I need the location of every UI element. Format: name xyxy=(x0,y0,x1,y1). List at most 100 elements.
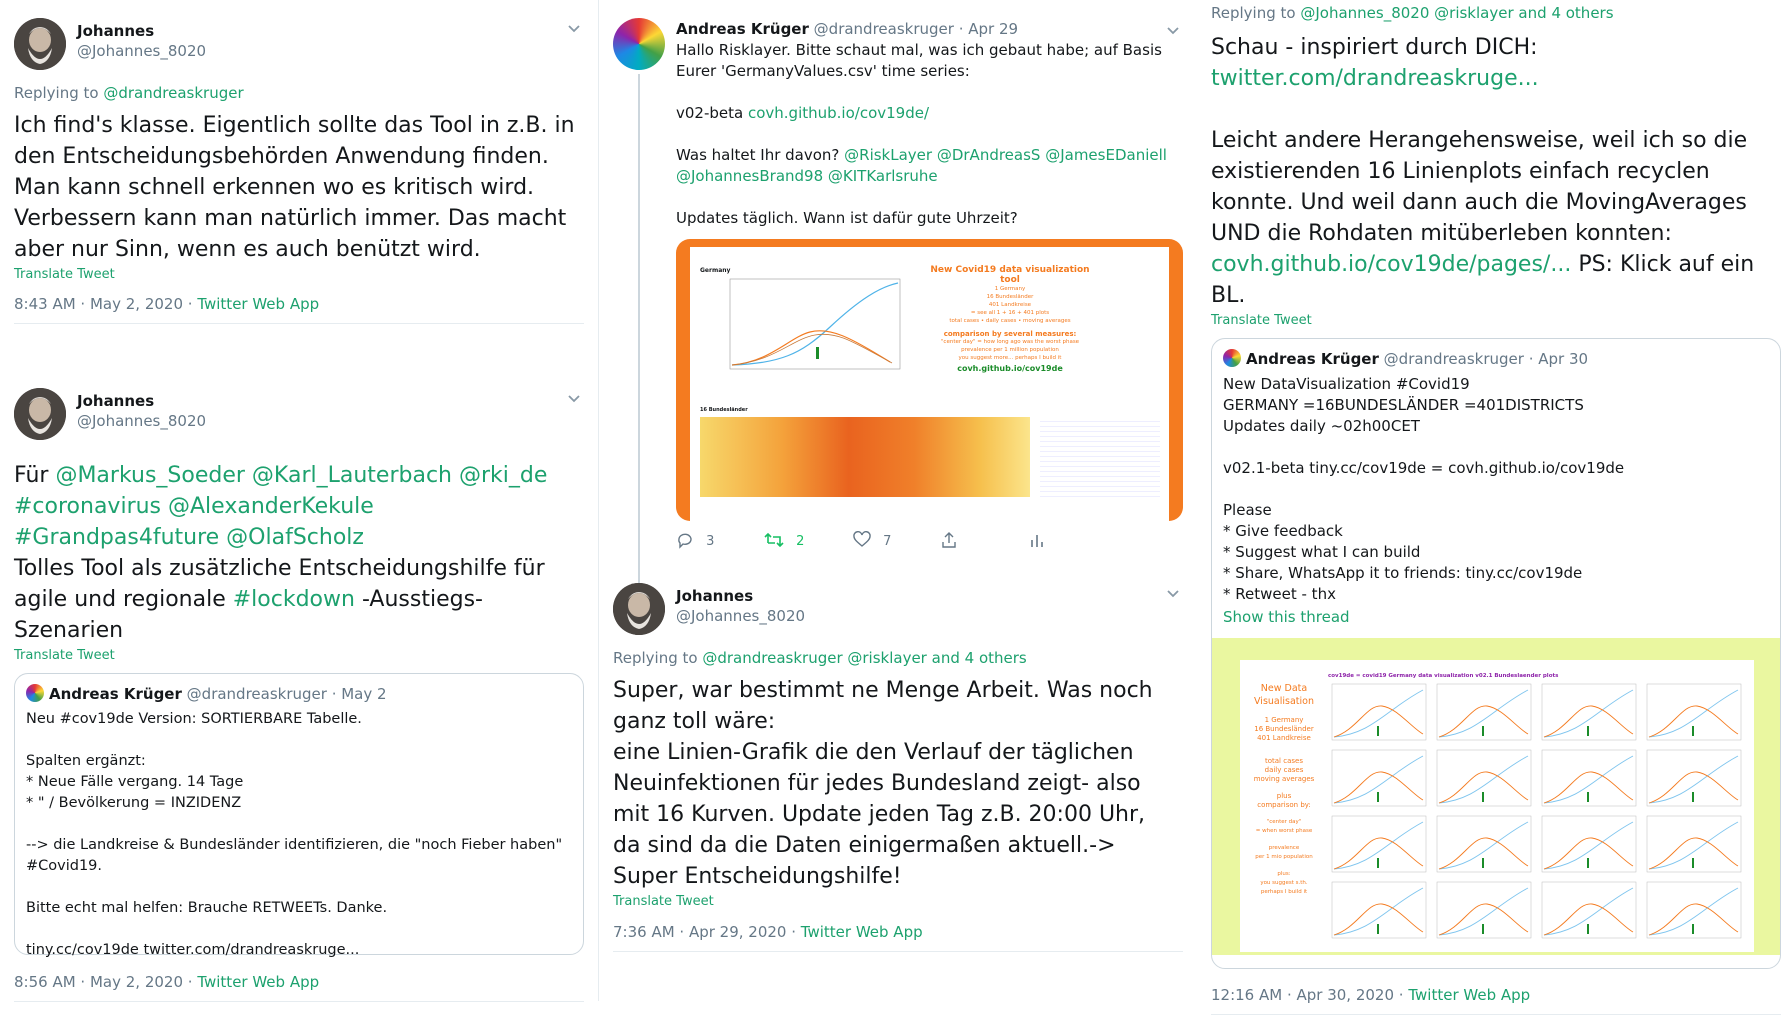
share-button[interactable] xyxy=(940,531,958,549)
quoted-tweet[interactable]: Andreas Krüger @drandreaskruger · May 2 … xyxy=(14,673,584,958)
reply-button[interactable]: 3 xyxy=(676,531,714,549)
tweet[interactable]: Johannes @Johannes_8020 Replying to @dra… xyxy=(14,18,584,324)
tweet-meta: 8:43 AM · May 2, 2020 · Twitter Web App xyxy=(14,295,320,313)
tweet-time[interactable]: 12:16 AM · Apr 30, 2020 xyxy=(1211,986,1394,1004)
media-line: comparison by several measures: xyxy=(943,330,1077,338)
media-line: plus: xyxy=(1277,871,1291,877)
author-name[interactable]: Johannes xyxy=(77,22,206,40)
mini-plot-center-day-marker xyxy=(1482,858,1484,868)
media-line: 401 Landkreise xyxy=(988,302,1032,308)
author-handle[interactable]: @drandreaskruger · Apr 29 xyxy=(814,20,1018,38)
media-line-chart xyxy=(729,278,901,370)
reply-mention-link[interactable]: @drandreaskruger xyxy=(103,84,243,102)
translate-tweet-link[interactable]: Translate Tweet xyxy=(613,894,1183,909)
tweet-time[interactable]: 8:43 AM · May 2, 2020 xyxy=(14,295,183,313)
analytics-button[interactable] xyxy=(1028,531,1046,549)
media-line: total cases xyxy=(1265,757,1303,765)
mini-plot-center-day-marker xyxy=(1587,792,1589,802)
quoted-tweet[interactable]: Andreas Krüger @drandreaskruger · Apr 30… xyxy=(1211,338,1781,969)
chevron-down-icon[interactable] xyxy=(566,390,584,408)
avatar[interactable] xyxy=(26,684,44,702)
retweet-button[interactable]: 2 xyxy=(764,531,804,549)
thread-line xyxy=(638,74,640,584)
media-table xyxy=(1040,417,1160,497)
translate-tweet-link[interactable]: Translate Tweet xyxy=(1211,313,1781,328)
chevron-down-icon[interactable] xyxy=(566,20,584,38)
url-link[interactable]: covh.github.io/cov19de/pages/... xyxy=(1211,252,1571,277)
media-line: prevalence xyxy=(1268,845,1300,851)
tweet[interactable]: Johannes @Johannes_8020 Replying to @dra… xyxy=(613,583,1183,952)
chevron-down-icon[interactable] xyxy=(1165,22,1183,40)
reply-mention-link[interactable]: @drandreaskruger @risklayer xyxy=(702,649,927,667)
reply-others-link[interactable]: 4 others xyxy=(965,649,1027,667)
tweet-source-link[interactable]: Twitter Web App xyxy=(801,923,923,941)
url-link[interactable]: covh.github.io/cov19de/ xyxy=(748,104,929,122)
text-segment: Schau - inspiriert durch DICH: xyxy=(1211,35,1538,60)
text-segment: covh.github.io/cov19de/pages/... PS: Kli… xyxy=(1211,249,1781,311)
reply-and[interactable]: and xyxy=(932,649,960,667)
media-line: 1 Germany xyxy=(1264,716,1304,724)
quote-line: * Retweet - thx xyxy=(1223,585,1336,603)
media-line: = see all 1 + 16 + 401 plots xyxy=(970,310,1050,316)
avatar[interactable] xyxy=(14,18,66,70)
quote-line: Neu #cov19de Version: SORTIERBARE Tabell… xyxy=(26,711,362,727)
avatar[interactable] xyxy=(613,18,665,70)
avatar[interactable] xyxy=(1223,349,1241,367)
share-icon xyxy=(942,532,956,548)
like-count: 7 xyxy=(883,534,892,549)
author-name[interactable]: Andreas Krüger xyxy=(676,20,809,38)
mini-plot-center-day-marker xyxy=(1377,924,1379,934)
media-line: prevalence per 1 million population xyxy=(961,347,1059,353)
author-handle[interactable]: @Johannes_8020 xyxy=(77,42,206,60)
quote-author-name: Andreas Krüger xyxy=(49,685,182,703)
analytics-icon xyxy=(1031,535,1043,547)
reply-others-link[interactable]: 4 others xyxy=(1551,4,1613,22)
mini-plot-center-day-marker xyxy=(1587,924,1589,934)
tweet[interactable]: Replying to @Johannes_8020 @risklayer an… xyxy=(1211,4,1781,1015)
translate-tweet-link[interactable]: Translate Tweet xyxy=(14,648,584,663)
reply-and[interactable]: and xyxy=(1518,4,1546,22)
tweet-source-link[interactable]: Twitter Web App xyxy=(197,295,319,313)
mentions-links[interactable]: @Markus_Soeder @Karl_Lauterbach @rki_de … xyxy=(14,463,547,550)
tweet-media-image[interactable]: Germany New Covid19 data visualization t… xyxy=(676,239,1183,521)
quote-line: --> die Landkreise & Bundesländer identi… xyxy=(26,837,563,874)
tweet-line: Updates täglich. Wann ist dafür gute Uhr… xyxy=(676,209,1018,227)
quote-line: Spalten ergänzt: xyxy=(26,753,146,769)
translate-tweet-link[interactable]: Translate Tweet xyxy=(14,267,584,282)
tweet[interactable]: Johannes @Johannes_8020 Für @Markus_Soed… xyxy=(14,388,584,1002)
tweet-line: Hallo Risklayer. Bitte schaut mal, was i… xyxy=(676,41,1162,80)
mini-plot-center-day-marker xyxy=(1377,726,1379,736)
mini-plot-center-day-marker xyxy=(1482,726,1484,736)
quote-media-image[interactable]: New Data Visualisation 1 Germany 16 Bund… xyxy=(1212,638,1780,955)
tweet-source-link[interactable]: Twitter Web App xyxy=(1408,986,1530,1004)
avatar[interactable] xyxy=(613,583,665,635)
reply-count: 3 xyxy=(706,534,715,549)
replying-to: Replying to @drandreaskruger xyxy=(14,84,584,102)
tweet-time[interactable]: 8:56 AM · May 2, 2020 xyxy=(14,973,183,991)
author-handle[interactable]: @Johannes_8020 xyxy=(77,412,206,430)
media-label: 16 Bundesländer xyxy=(700,407,748,413)
tweet-source-link[interactable]: Twitter Web App xyxy=(197,973,319,991)
show-thread-link[interactable]: Show this thread xyxy=(1223,607,1769,628)
author-name[interactable]: Johannes xyxy=(77,392,206,410)
author-name[interactable]: Johannes xyxy=(676,587,805,605)
url-link[interactable]: twitter.com/drandreaskruge... xyxy=(1211,63,1781,94)
author-handle[interactable]: @Johannes_8020 xyxy=(676,607,805,625)
quote-line: tiny.cc/cov19de twitter.com/drandreaskru… xyxy=(26,942,360,958)
reply-mention-link[interactable]: @Johannes_8020 @risklayer xyxy=(1300,4,1513,22)
media-line: 16 Bundesländer xyxy=(1254,725,1314,733)
like-button[interactable]: 7 xyxy=(853,531,891,549)
replying-to: Replying to @Johannes_8020 @risklayer an… xyxy=(1211,4,1781,22)
chevron-down-icon[interactable] xyxy=(1165,585,1183,603)
quote-author-handle: @drandreaskruger · May 2 xyxy=(186,685,387,703)
text-segment: Für xyxy=(14,463,49,488)
retweet-icon xyxy=(764,532,784,548)
reply-prefix: Replying to xyxy=(1211,4,1296,22)
hashtag-link[interactable]: #lockdown xyxy=(233,587,355,612)
reply-prefix: Replying to xyxy=(613,649,698,667)
media-title: New Covid19 data visualization tool xyxy=(930,265,1090,285)
media-sidebar-text: New Data Visualisation 1 Germany 16 Bund… xyxy=(1244,682,1324,897)
tweet-time[interactable]: 7:36 AM · Apr 29, 2020 xyxy=(613,923,786,941)
media-line: 1 Germany xyxy=(994,286,1026,292)
avatar[interactable] xyxy=(14,388,66,440)
